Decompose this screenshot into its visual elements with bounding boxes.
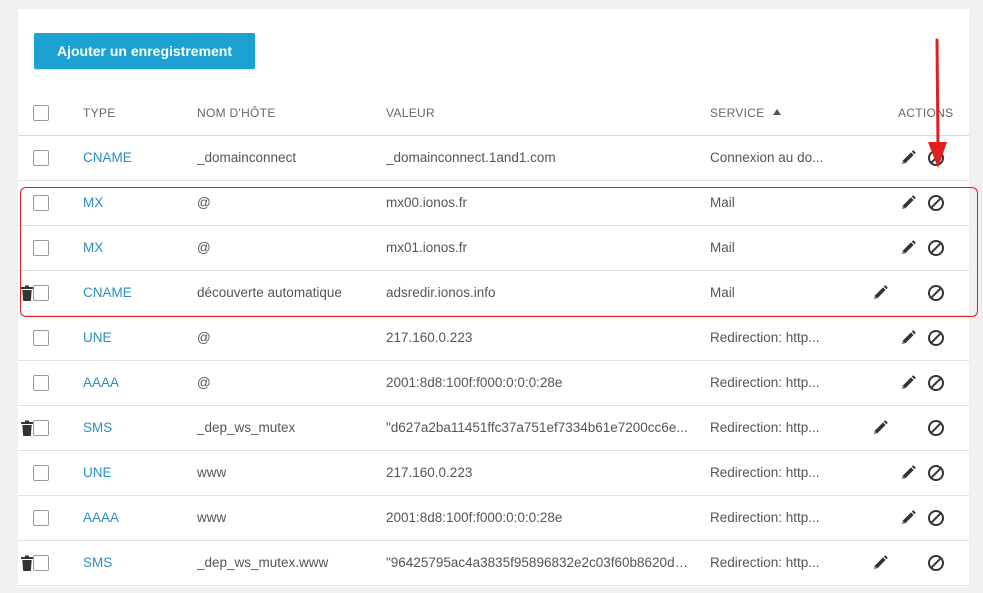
record-service: Mail — [710, 195, 735, 210]
table-row: CNAME découverte automatique adsredir.iono… — [18, 271, 969, 316]
block-icon[interactable] — [927, 329, 945, 347]
table-header: TYPE NOM D'HÔTE VALEUR SERVICE ACTIONS — [18, 91, 969, 136]
record-value: mx01.ionos.fr — [386, 240, 468, 255]
record-type-link[interactable]: UNE — [83, 316, 183, 360]
record-value: 2001:8d8:100f:f000:0:0:0:28e — [386, 375, 563, 390]
record-host: www — [197, 510, 227, 525]
block-icon[interactable] — [927, 554, 945, 572]
column-header-type[interactable]: TYPE — [83, 91, 183, 135]
column-header-service[interactable]: SERVICE — [710, 91, 828, 135]
table-row: AAAA www 2001:8d8:100f:f000:0:0:0:28e Redir… — [18, 496, 969, 541]
record-host: www — [197, 465, 227, 480]
row-checkbox[interactable] — [33, 195, 49, 211]
block-icon[interactable] — [927, 464, 945, 482]
record-type-link[interactable]: MX — [83, 181, 183, 225]
record-host: @ — [197, 195, 211, 210]
row-checkbox[interactable] — [33, 510, 49, 526]
column-header-actions: ACTIONS — [898, 106, 954, 120]
row-checkbox[interactable] — [33, 375, 49, 391]
record-service: Mail — [710, 285, 735, 300]
table-row: CNAME _domainconnect _domainconnect.1and1.… — [18, 136, 969, 181]
record-value: "96425795ac4a3835f95896832e2c03f60b8620d… — [386, 555, 692, 570]
record-service: Connexion au do... — [710, 150, 824, 165]
record-value: adsredir.ionos.info — [386, 285, 496, 300]
block-icon[interactable] — [927, 239, 945, 257]
record-type-link[interactable]: SMS — [83, 541, 183, 585]
record-service: Redirection: http... — [710, 420, 820, 435]
column-header-host[interactable]: NOM D'HÔTE — [197, 91, 377, 135]
record-type-link[interactable]: CNAME — [83, 271, 183, 315]
record-value: 2001:8d8:100f:f000:0:0:0:28e — [386, 510, 563, 525]
row-checkbox[interactable] — [33, 240, 49, 256]
row-checkbox[interactable] — [33, 465, 49, 481]
block-icon[interactable] — [927, 149, 945, 167]
record-value: mx00.ionos.fr — [386, 195, 468, 210]
pencil-icon[interactable] — [899, 509, 917, 527]
trash-icon[interactable] — [18, 419, 36, 437]
record-service: Redirection: http... — [710, 555, 820, 570]
record-type-link[interactable]: SMS — [83, 406, 183, 450]
block-icon[interactable] — [927, 284, 945, 302]
record-value: 217.160.0.223 — [386, 465, 473, 480]
record-service: Redirection: http... — [710, 375, 820, 390]
record-value: 217.160.0.223 — [386, 330, 473, 345]
select-all-checkbox[interactable] — [33, 105, 49, 121]
table-row: SMS _dep_ws_mutex "d627a2ba11451ffc37a751e… — [18, 406, 969, 451]
trash-icon[interactable] — [18, 554, 36, 572]
record-service: Mail — [710, 240, 735, 255]
record-service: Redirection: http... — [710, 330, 820, 345]
row-checkbox[interactable] — [33, 150, 49, 166]
block-icon[interactable] — [927, 509, 945, 527]
trash-icon[interactable] — [18, 284, 36, 302]
pencil-icon[interactable] — [899, 464, 917, 482]
record-type-link[interactable]: AAAA — [83, 361, 183, 405]
pencil-icon[interactable] — [871, 419, 889, 437]
pencil-icon[interactable] — [899, 149, 917, 167]
column-header-service-label: SERVICE — [710, 106, 765, 120]
record-type-link[interactable]: UNE — [83, 451, 183, 495]
pencil-icon[interactable] — [899, 374, 917, 392]
pencil-icon[interactable] — [871, 554, 889, 572]
record-value: "d627a2ba11451ffc37a751ef7334b61e7200cc6… — [386, 420, 688, 435]
pencil-icon[interactable] — [899, 194, 917, 212]
block-icon[interactable] — [927, 419, 945, 437]
record-host: _domainconnect — [197, 150, 297, 165]
column-header-value[interactable]: VALEUR — [386, 91, 692, 135]
row-checkbox[interactable] — [33, 330, 49, 346]
record-type-link[interactable]: CNAME — [83, 136, 183, 180]
record-service: Redirection: http... — [710, 465, 820, 480]
add-record-button[interactable]: Ajouter un enregistrement — [34, 33, 255, 69]
record-host: _dep_ws_mutex — [197, 420, 296, 435]
table-row: UNE www 217.160.0.223 Redirection: http... — [18, 451, 969, 496]
record-type-link[interactable]: AAAA — [83, 496, 183, 540]
table-row: SMS _dep_ws_mutex.www "96425795ac4a3835f95… — [18, 541, 969, 586]
pencil-icon[interactable] — [899, 329, 917, 347]
record-value: _domainconnect.1and1.com — [386, 150, 556, 165]
record-host: @ — [197, 240, 211, 255]
table-row: MX @ mx01.ionos.fr Mail — [18, 226, 969, 271]
pencil-icon[interactable] — [871, 284, 889, 302]
record-host: @ — [197, 330, 211, 345]
record-host: découverte automatique — [197, 285, 342, 300]
table-row: MX @ mx00.ionos.fr Mail — [18, 181, 969, 226]
block-icon[interactable] — [927, 374, 945, 392]
record-type-link[interactable]: MX — [83, 226, 183, 270]
record-host: @ — [197, 375, 211, 390]
table-row: AAAA @2001:8d8:100f:f000:0:0:0:28e Redirec… — [18, 361, 969, 406]
table-row: UNE @217.160.0.223 Redirection: http... — [18, 316, 969, 361]
record-service: Redirection: http... — [710, 510, 820, 525]
pencil-icon[interactable] — [899, 239, 917, 257]
block-icon[interactable] — [927, 194, 945, 212]
sort-ascending-icon — [772, 109, 781, 115]
record-host: _dep_ws_mutex.www — [197, 555, 329, 570]
